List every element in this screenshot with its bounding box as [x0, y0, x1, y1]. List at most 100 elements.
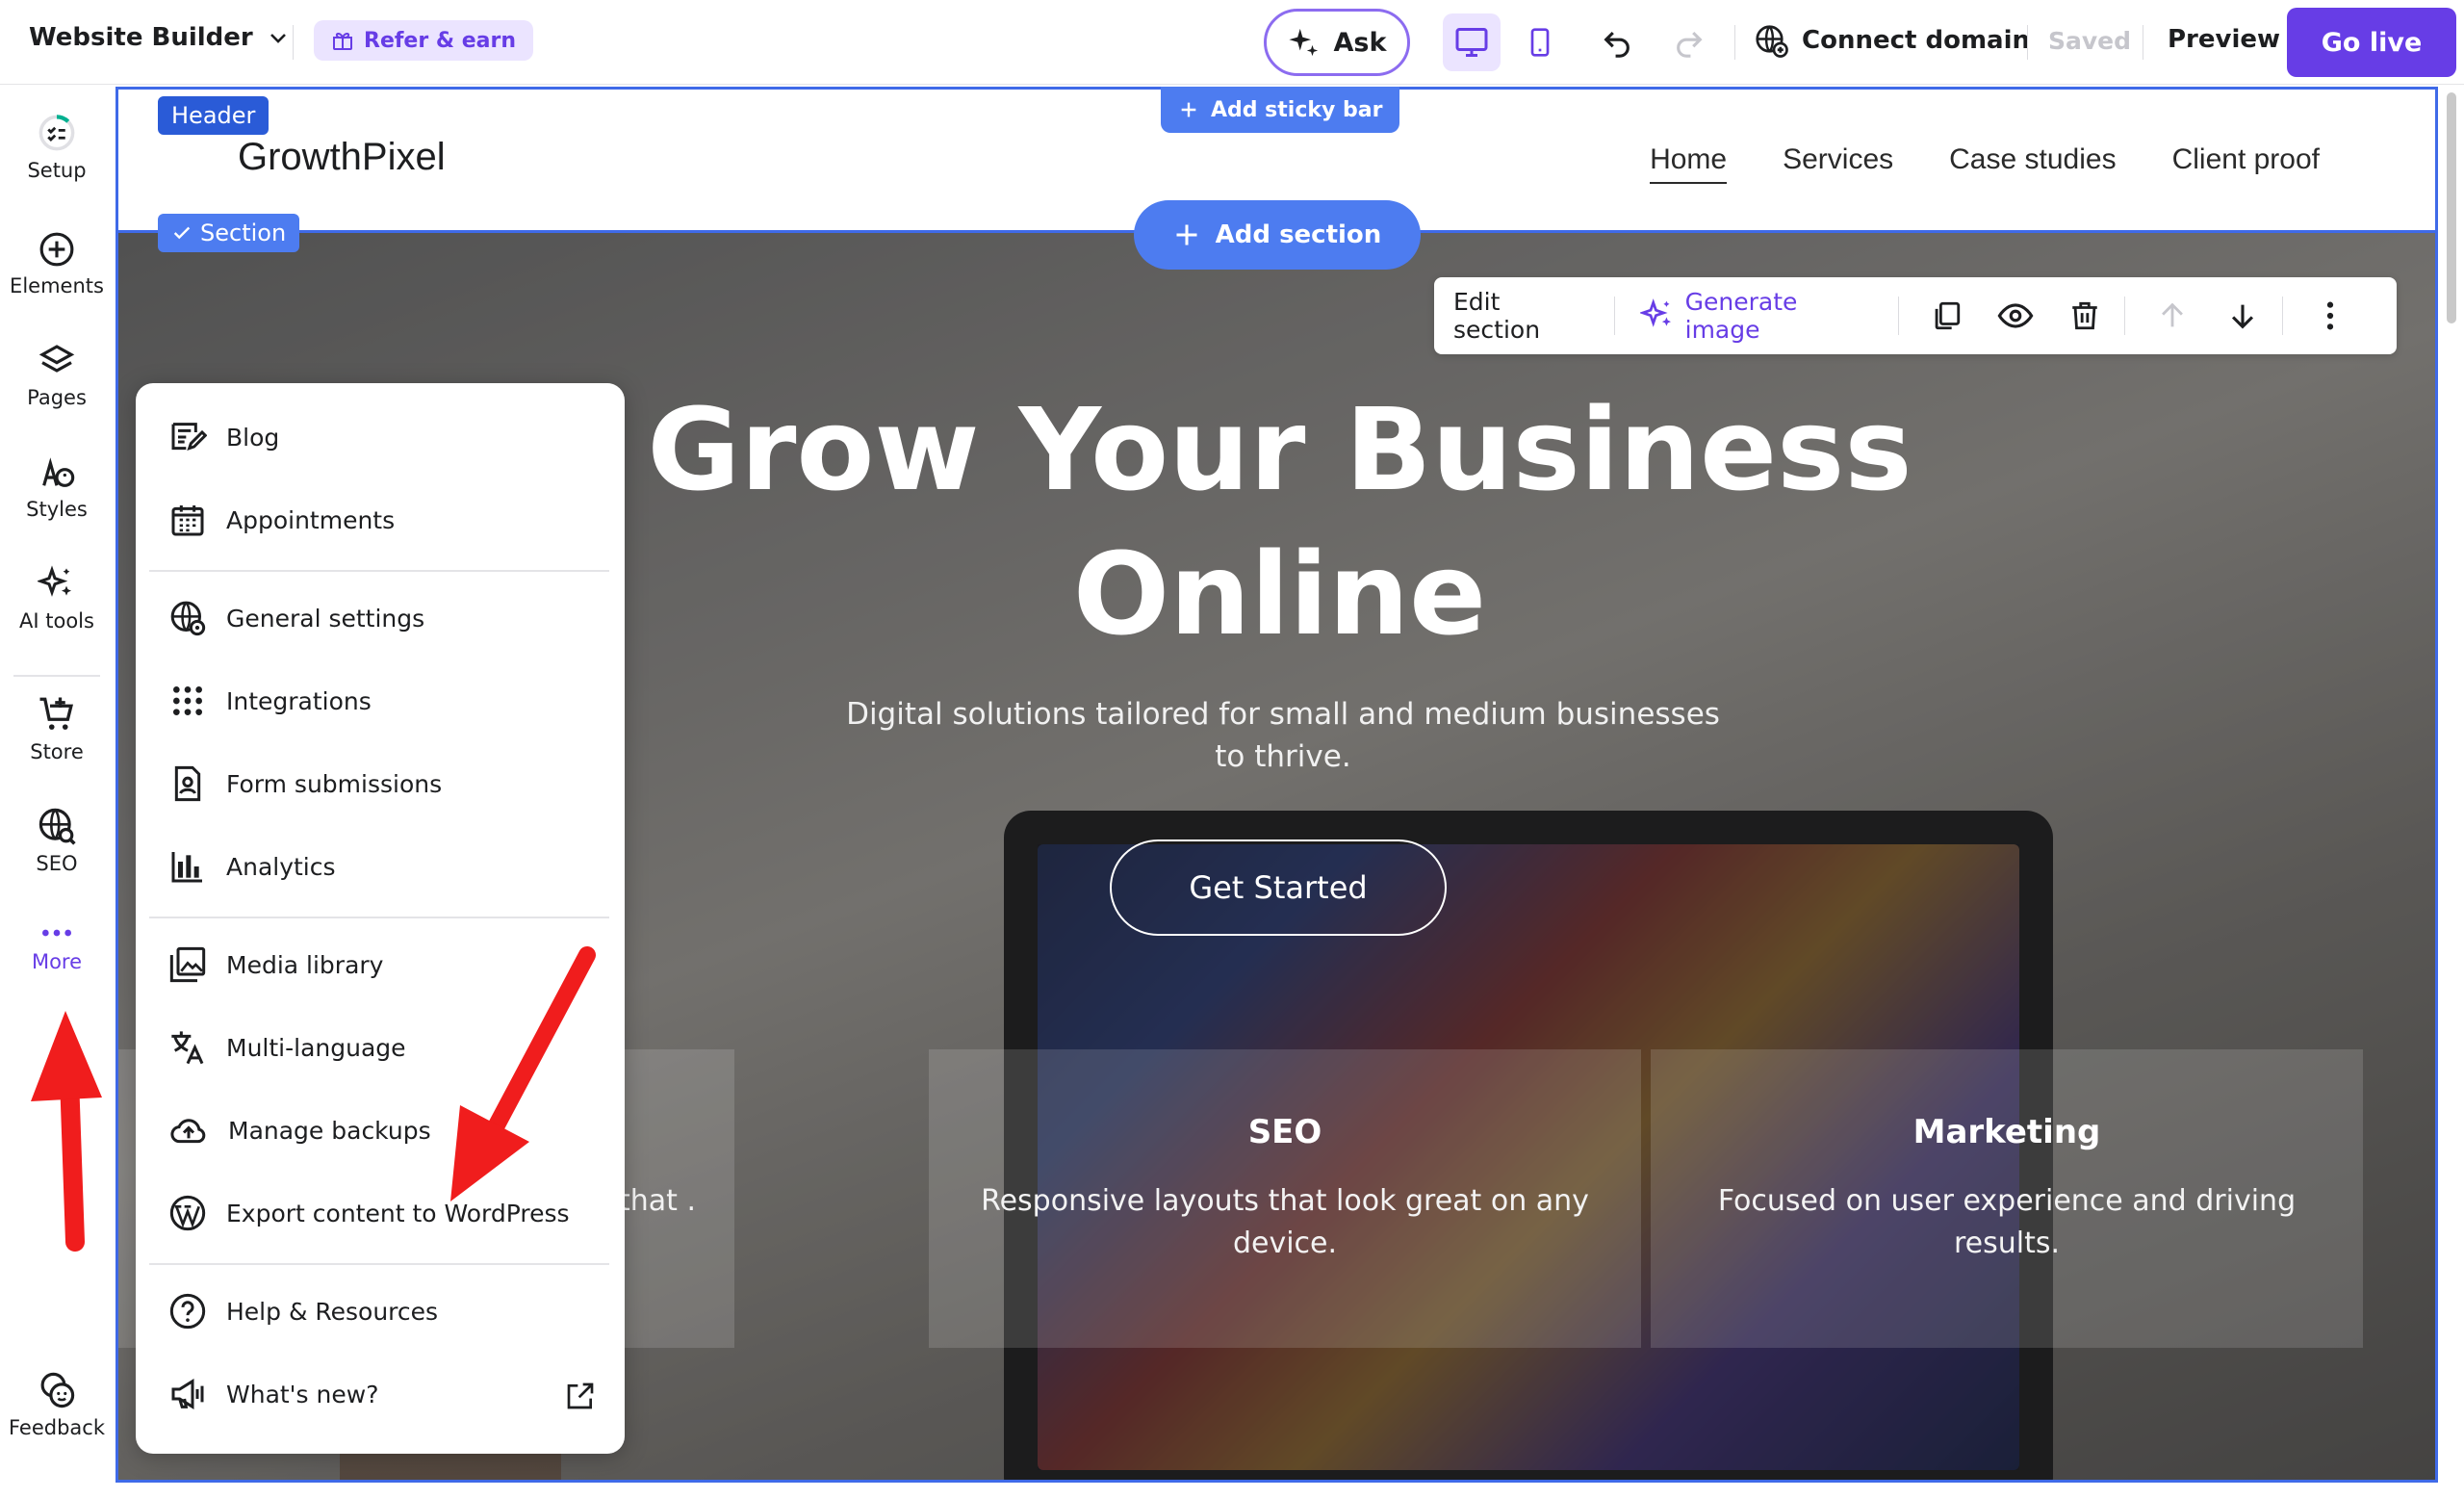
get-started-button[interactable]: Get Started [1110, 839, 1447, 936]
sidebar-item-more[interactable]: More [0, 921, 114, 973]
scrollbar-thumb[interactable] [2447, 92, 2456, 323]
divider [1614, 297, 1616, 335]
sidebar-divider [13, 675, 100, 677]
menu-divider [149, 570, 609, 572]
menu-item-appointments[interactable]: Appointments [168, 501, 395, 539]
add-sticky-bar-button[interactable]: Add sticky bar [1161, 87, 1400, 133]
sidebar-item-label: Feedback [8, 1416, 105, 1439]
cart-icon [39, 697, 74, 730]
menu-item-multi-language[interactable]: Multi-language [168, 1028, 406, 1067]
divider [1734, 25, 1735, 60]
add-sticky-bar-label: Add sticky bar [1211, 97, 1383, 122]
sidebar-item-pages[interactable]: Pages [0, 342, 114, 409]
menu-item-media-library[interactable]: Media library [168, 945, 383, 984]
menu-item-help-resources[interactable]: Help & Resources [168, 1292, 438, 1330]
edit-section-button[interactable]: Edit section [1453, 288, 1589, 344]
visibility-button[interactable] [1993, 293, 2038, 339]
check-icon [173, 226, 191, 240]
menu-item-integrations[interactable]: Integrations [168, 682, 372, 720]
globe-plus-icon [1756, 25, 1788, 58]
menu-item-label: General settings [226, 604, 425, 633]
divider [2281, 297, 2283, 335]
more-menu: Blog Appointments General settings Integ… [136, 383, 625, 1454]
sidebar-item-label: Elements [10, 274, 104, 297]
nav-case-studies[interactable]: Case studies [1949, 143, 2116, 184]
site-logo[interactable]: GrowthPixel [238, 136, 446, 179]
preview-button[interactable]: Preview [2168, 25, 2280, 54]
menu-item-label: Media library [226, 950, 384, 979]
delete-button[interactable] [2063, 293, 2107, 339]
move-down-button[interactable] [2220, 293, 2265, 339]
duplicate-icon [1935, 301, 1960, 330]
menu-item-general-settings[interactable]: General settings [168, 599, 424, 637]
sidebar-item-elements[interactable]: Elements [0, 230, 114, 297]
undo-icon [1604, 31, 1630, 58]
website-builder-dropdown[interactable]: Website Builder [29, 23, 290, 52]
site-nav: Home Services Case studies Client proof [1650, 143, 2320, 184]
hero-subtitle[interactable]: Digital solutions tailored for small and… [831, 693, 1735, 778]
external-link-icon[interactable] [565, 1381, 596, 1411]
undo-button[interactable] [1588, 13, 1646, 71]
ask-label: Ask [1333, 27, 1387, 58]
more-options-button[interactable] [2308, 293, 2352, 339]
bar-chart-icon [171, 852, 202, 883]
top-bar: Website Builder Refer & earn Ask Connect… [0, 0, 2464, 85]
mobile-view-button[interactable] [1511, 13, 1569, 71]
connect-domain-button[interactable]: Connect domain [1754, 23, 2030, 58]
refer-earn-button[interactable]: Refer & earn [314, 20, 533, 61]
menu-item-form-submissions[interactable]: Form submissions [168, 764, 442, 803]
redo-button[interactable] [1660, 13, 1718, 71]
header-tag[interactable]: Header [158, 96, 270, 135]
sparkle-icon [1640, 298, 1672, 327]
setup-icon [38, 115, 75, 151]
left-sidebar: Setup Elements Pages Styles AI tools Sto… [0, 86, 114, 1498]
translate-icon [171, 1031, 204, 1065]
add-section-button[interactable]: Add section [1134, 200, 1421, 270]
menu-item-export-wordpress[interactable]: Export content to WordPress [168, 1194, 570, 1232]
nav-client-proof[interactable]: Client proof [2172, 143, 2320, 184]
nav-home[interactable]: Home [1650, 143, 1728, 184]
duplicate-button[interactable] [1924, 293, 1968, 339]
menu-item-whats-new[interactable]: What's new? [168, 1375, 592, 1413]
sidebar-item-store[interactable]: Store [0, 694, 114, 763]
blog-icon [171, 423, 207, 452]
sidebar-item-seo[interactable]: SEO [0, 806, 114, 875]
plus-circle-icon [39, 232, 74, 267]
menu-item-analytics[interactable]: Analytics [168, 847, 336, 886]
sidebar-item-ai-tools[interactable]: AI tools [0, 565, 114, 633]
move-up-button[interactable] [2150, 293, 2194, 339]
nav-services[interactable]: Services [1783, 143, 1893, 184]
desktop-view-button[interactable] [1443, 13, 1501, 71]
sparkle-icon [38, 565, 71, 597]
menu-item-label: Appointments [226, 505, 396, 534]
calendar-icon [171, 505, 204, 536]
arrow-down-icon [2231, 304, 2253, 329]
sidebar-item-label: Styles [26, 498, 88, 521]
refer-earn-label: Refer & earn [364, 28, 516, 53]
sidebar-item-label: More [31, 950, 83, 973]
grid-dots-icon [173, 686, 202, 715]
sidebar-item-setup[interactable]: Setup [0, 113, 114, 182]
ai-spark-icon [1288, 28, 1318, 57]
redo-icon [1677, 31, 1703, 58]
feature-card[interactable]: Marketing Focused on user experience and… [1651, 1049, 2363, 1348]
menu-item-label: Help & Resources [226, 1297, 439, 1326]
sidebar-item-feedback[interactable]: Feedback [0, 1370, 114, 1439]
go-live-button[interactable]: Go live [2287, 8, 2456, 77]
help-icon [169, 1293, 206, 1330]
menu-item-blog[interactable]: Blog [168, 418, 279, 456]
divider [2124, 297, 2126, 335]
generate-image-button[interactable]: Generate image [1640, 288, 1872, 344]
sidebar-item-label: AI tools [19, 609, 94, 633]
divider [1897, 297, 1899, 335]
chevron-down-icon [270, 34, 286, 43]
desktop-icon [1455, 28, 1488, 57]
menu-item-label: Form submissions [226, 769, 443, 798]
menu-item-label: Analytics [226, 852, 336, 881]
section-tag[interactable]: Section [158, 214, 300, 252]
menu-item-manage-backups[interactable]: Manage backups [168, 1111, 431, 1149]
ask-ai-button[interactable]: Ask [1264, 9, 1410, 76]
feature-card[interactable]: SEO Responsive layouts that look great o… [929, 1049, 1641, 1348]
plus-icon [1176, 224, 1197, 245]
sidebar-item-styles[interactable]: Styles [0, 453, 114, 521]
